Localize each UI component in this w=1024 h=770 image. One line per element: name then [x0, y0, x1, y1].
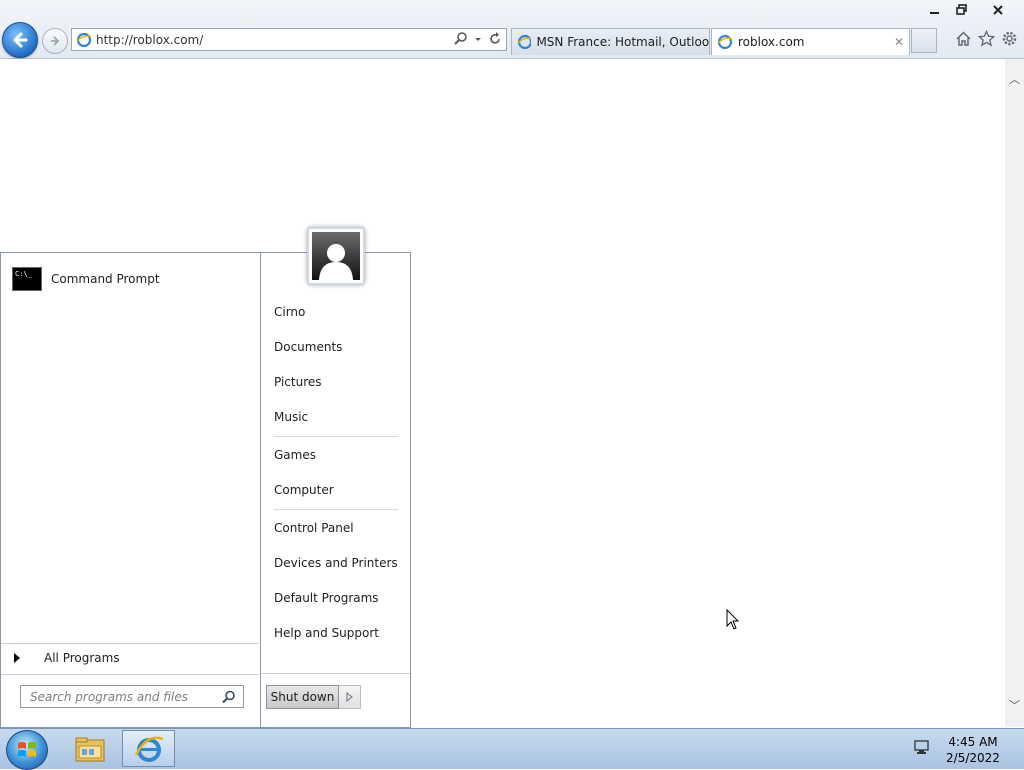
settings-gear-icon[interactable]: [1001, 30, 1018, 47]
start-item-music[interactable]: Music: [274, 410, 308, 424]
start-item-devices-printers[interactable]: Devices and Printers: [274, 556, 398, 570]
minimize-icon: [930, 11, 939, 14]
start-item-games[interactable]: Games: [274, 448, 316, 462]
start-button[interactable]: [6, 730, 48, 770]
internet-explorer-icon: [134, 736, 163, 762]
start-item-user[interactable]: Cirno: [274, 305, 305, 319]
start-item-control-panel[interactable]: Control Panel: [274, 521, 354, 535]
chevron-right-icon: [346, 692, 353, 702]
back-arrow-icon: [13, 32, 28, 48]
dropdown-icon[interactable]: [474, 32, 482, 46]
start-item-computer[interactable]: Computer: [274, 483, 334, 497]
search-icon[interactable]: [454, 32, 468, 46]
ie-page-icon: [76, 32, 92, 48]
start-item-documents[interactable]: Documents: [274, 340, 342, 354]
taskbar: 4:45 AM 2/5/2022: [0, 728, 1024, 770]
tab-roblox[interactable]: roblox.com ✕: [711, 28, 910, 55]
minimize-button[interactable]: [922, 1, 948, 18]
scroll-up-icon[interactable]: ︿: [1009, 71, 1020, 87]
network-tray-icon[interactable]: [913, 739, 931, 757]
ie-page-icon: [717, 34, 733, 50]
divider: [261, 673, 410, 674]
user-silhouette-icon: [319, 244, 353, 280]
clock-date: 2/5/2022: [946, 751, 1000, 765]
start-search-input[interactable]: Search programs and files: [20, 685, 244, 708]
refresh-icon[interactable]: [488, 32, 502, 46]
divider: [274, 436, 398, 437]
tab-title: MSN France: Hotmail, Outlook...: [536, 35, 709, 49]
pinned-item-command-prompt[interactable]: C:\_ Command Prompt: [12, 267, 160, 291]
start-item-default-programs[interactable]: Default Programs: [274, 591, 379, 605]
tab-title: roblox.com: [738, 35, 805, 49]
start-item-pictures[interactable]: Pictures: [274, 375, 322, 389]
divider: [274, 509, 398, 510]
browser-chrome: http://roblox.com/ MSN France: Hotmail, …: [0, 0, 1024, 59]
windows-logo-icon: [18, 742, 36, 757]
all-programs-item[interactable]: All Programs: [14, 651, 120, 665]
all-programs-label: All Programs: [44, 651, 120, 665]
command-prompt-icon: C:\_: [12, 267, 42, 291]
search-icon: [222, 690, 235, 704]
tab-close-icon[interactable]: ✕: [894, 35, 904, 49]
folder-icon: [75, 737, 104, 761]
tab-msn[interactable]: MSN France: Hotmail, Outlook...: [511, 28, 710, 55]
restore-icon: [956, 3, 967, 15]
forward-button[interactable]: [42, 28, 68, 54]
scroll-down-icon[interactable]: ﹀: [1009, 697, 1020, 713]
clock-time: 4:45 AM: [948, 735, 998, 749]
restore-button[interactable]: [949, 1, 975, 18]
pinned-item-label: Command Prompt: [51, 272, 160, 286]
search-placeholder: Search programs and files: [30, 690, 188, 704]
close-window-button[interactable]: [985, 1, 1011, 18]
home-icon[interactable]: [955, 30, 972, 47]
divider: [1, 643, 259, 644]
close-icon: [993, 4, 1003, 15]
ie-page-icon: [517, 34, 532, 50]
forward-arrow-icon: [51, 36, 60, 46]
user-avatar[interactable]: [307, 227, 365, 285]
address-bar[interactable]: http://roblox.com/: [71, 28, 507, 51]
divider: [1, 674, 259, 675]
expand-arrow-icon: [14, 653, 20, 663]
back-button[interactable]: [2, 22, 38, 58]
taskbar-ie-button[interactable]: [122, 730, 175, 767]
vertical-scrollbar[interactable]: ︿ ﹀: [1005, 59, 1024, 727]
favorites-star-icon[interactable]: [978, 30, 995, 47]
system-clock[interactable]: 4:45 AM 2/5/2022: [943, 734, 1003, 766]
new-tab-button[interactable]: [911, 28, 937, 53]
address-url: http://roblox.com/: [96, 33, 204, 47]
shutdown-button[interactable]: Shut down: [266, 685, 339, 709]
start-item-help-support[interactable]: Help and Support: [274, 626, 379, 640]
taskbar-explorer-button[interactable]: [63, 730, 116, 767]
mouse-cursor-icon: [726, 609, 740, 630]
shutdown-options-button[interactable]: [339, 685, 361, 709]
